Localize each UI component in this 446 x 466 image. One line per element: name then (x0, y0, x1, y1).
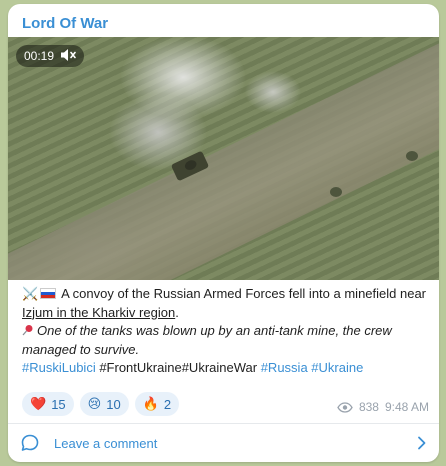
reaction-count: 2 (163, 396, 172, 412)
fire-emoji-icon: 🔥 (142, 396, 159, 411)
reaction-fire[interactable]: 🔥 2 (134, 392, 180, 416)
comment-bubble-icon (21, 434, 39, 451)
channel-name[interactable]: Lord Of War (22, 15, 108, 32)
location-link[interactable]: Izjum in the Kharkiv region (22, 305, 175, 320)
russia-flag-icon (40, 288, 57, 299)
hashtags: #RuskiLubici #FrontUkraine#UkraineWar #R… (22, 359, 427, 378)
crying-emoji-icon: 😢 (87, 396, 102, 411)
crossed-swords-icon: ⚔️ (22, 286, 39, 301)
eye-icon (337, 401, 353, 413)
post-text-intro: A convoy of the Russian Armed Forces fel… (61, 286, 427, 301)
post-time: 9:48 AM (384, 400, 429, 414)
mute-icon[interactable] (60, 48, 76, 65)
reaction-count: 10 (106, 396, 121, 412)
view-count: 838 (358, 400, 379, 414)
leave-comment-button[interactable]: Leave a comment (8, 424, 439, 462)
reaction-crying[interactable]: 😢 10 (79, 392, 129, 416)
reaction-heart[interactable]: ❤️ 15 (22, 392, 74, 416)
chevron-right-icon (418, 436, 426, 450)
video-player[interactable]: 00:19 (8, 37, 439, 280)
leave-comment-label: Leave a comment (54, 435, 158, 451)
video-time-badge: 00:19 (16, 45, 85, 67)
reaction-count: 15 (51, 396, 66, 412)
heart-emoji-icon: ❤️ (30, 396, 47, 411)
video-crater (330, 187, 342, 197)
post-card: Lord Of War 00:19 ⚔️ A convoy of the Rus… (8, 4, 439, 462)
video-duration: 00:19 (24, 49, 55, 63)
reactions-bar: ❤️ 15 😢 10 🔥 2 (22, 392, 180, 416)
post-text-end: . (175, 304, 179, 320)
video-crater (406, 151, 418, 161)
hashtag-frontukraine-ukrainewar: #FrontUkraine#UkraineWar (99, 360, 258, 375)
hashtag-russia[interactable]: #Russia (261, 360, 308, 375)
hashtag-ukraine[interactable]: #Ukraine (311, 360, 363, 375)
post-text-detail: One of the tanks was blown up by an anti… (22, 323, 392, 357)
post-meta: 838 9:48 AM (337, 400, 429, 414)
pushpin-icon (22, 325, 33, 336)
post-text: ⚔️ A convoy of the Russian Armed Forces … (22, 285, 427, 378)
video-road (8, 37, 439, 280)
hashtag-ruskilubici[interactable]: #RuskiLubici (22, 360, 96, 375)
